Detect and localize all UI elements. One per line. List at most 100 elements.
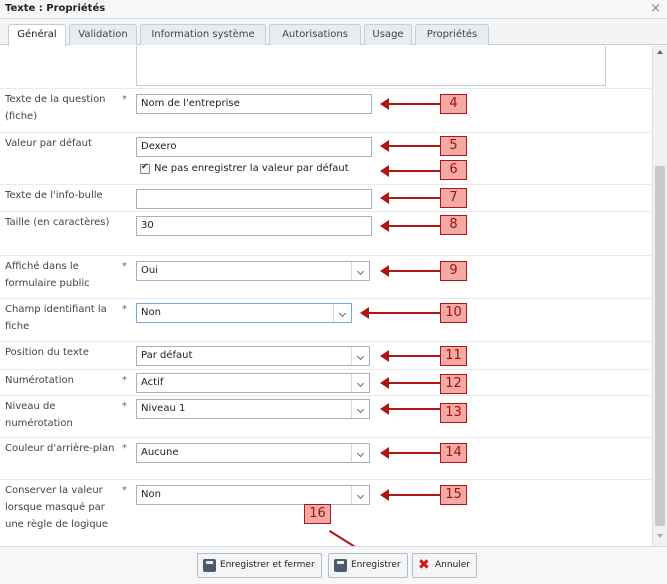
- cancel-label: Annuler: [435, 560, 471, 570]
- tooltip-text-input[interactable]: [136, 189, 372, 209]
- chevron-down-icon[interactable]: [333, 304, 351, 322]
- save-label: Enregistrer: [351, 560, 401, 570]
- tab-validation[interactable]: Validation: [69, 24, 137, 45]
- save-and-close-button[interactable]: Enregistrer et fermer: [197, 553, 322, 578]
- annotation-badge: 11: [440, 346, 467, 366]
- text-position-label: Position du texte: [5, 347, 89, 358]
- required-marker: *: [122, 401, 127, 412]
- row-public-form: Affiché dans le formulaire public * Oui …: [0, 255, 652, 298]
- row-default-value: Valeur par défaut Dexero 5: [0, 132, 652, 159]
- chevron-down-icon[interactable]: [351, 486, 369, 504]
- text-position-select[interactable]: Par défaut: [136, 346, 370, 366]
- annotation-badge: 7: [440, 188, 467, 208]
- chevron-down-icon[interactable]: [351, 262, 369, 280]
- row-numbering-level: Niveau de numérotation * Niveau 1 13: [0, 395, 652, 437]
- required-marker: *: [122, 375, 127, 386]
- scroll-up-icon[interactable]: [657, 50, 663, 54]
- annotation-badge: 4: [440, 94, 467, 114]
- annotation-arrow-icon: [380, 165, 440, 177]
- annotation-arrow-icon: [380, 350, 440, 362]
- annotation-arrow-icon: [380, 140, 440, 152]
- default-value-input[interactable]: Dexero: [136, 137, 372, 157]
- row-question-text: Texte de la question (fiche) * Nom de l'…: [0, 88, 652, 132]
- default-value-label: Valeur par défaut: [5, 138, 92, 149]
- dialog-footer: Enregistrer et fermer Enregistrer ✖ Annu…: [0, 546, 667, 584]
- numbering-level-value: Niveau 1: [141, 403, 186, 414]
- required-marker: *: [122, 94, 127, 105]
- annotation-badge: 13: [440, 403, 467, 423]
- annotation-arrow-icon: [380, 489, 440, 501]
- tab-strip: Général Validation Information système A…: [0, 19, 667, 46]
- row-tooltip-text: Texte de l'info-bulle 7: [0, 184, 652, 211]
- save-icon: [334, 559, 347, 572]
- form-content: Texte de la question (fiche) * Nom de l'…: [0, 46, 652, 546]
- chevron-down-icon[interactable]: [351, 400, 369, 418]
- annotation-badge: 14: [440, 443, 467, 463]
- question-text-label: Texte de la question (fiche): [5, 94, 106, 122]
- annotation-badge: 15: [440, 485, 467, 505]
- annotation-arrow-icon: [380, 403, 440, 415]
- row-size: Taille (en caractères) 30 8: [0, 211, 652, 255]
- public-form-value: Oui: [141, 265, 158, 276]
- public-form-label: Affiché dans le formulaire public: [5, 261, 90, 289]
- no-save-default-label: Ne pas enregistrer la valeur par défaut: [154, 163, 349, 174]
- annotation-arrow-icon: [380, 220, 440, 232]
- chevron-down-icon[interactable]: [351, 347, 369, 365]
- dialog-titlebar: Texte : Propriétés ×: [0, 0, 667, 19]
- numbering-level-label: Niveau de numérotation: [5, 401, 73, 429]
- numbering-select[interactable]: Actif: [136, 373, 370, 393]
- description-textarea[interactable]: [136, 46, 606, 86]
- keep-value-hidden-value: Non: [141, 489, 161, 500]
- numbering-level-select[interactable]: Niveau 1: [136, 399, 370, 419]
- tab-system-info[interactable]: Information système: [140, 24, 266, 45]
- annotation-badge: 16: [304, 504, 331, 524]
- annotation-badge: 5: [440, 136, 467, 156]
- numbering-value: Actif: [141, 377, 164, 388]
- identifying-field-label: Champ identifiant la fiche: [5, 304, 107, 332]
- dialog-title: Texte : Propriétés: [5, 3, 106, 14]
- close-icon[interactable]: ×: [650, 1, 661, 17]
- identifying-field-select[interactable]: Non: [136, 303, 352, 323]
- cancel-button[interactable]: ✖ Annuler: [412, 553, 478, 578]
- annotation-badge: 10: [440, 303, 467, 323]
- scroll-thumb[interactable]: [655, 166, 665, 526]
- keep-value-hidden-label: Conserver la valeur lorsque masqué par u…: [5, 485, 109, 530]
- tab-general[interactable]: Général: [8, 24, 66, 46]
- question-text-input[interactable]: Nom de l'entreprise: [136, 94, 372, 114]
- public-form-select[interactable]: Oui: [136, 261, 370, 281]
- checkbox-checked-icon[interactable]: [140, 162, 150, 174]
- cancel-x-icon: ✖: [418, 557, 430, 573]
- save-and-close-label: Enregistrer et fermer: [220, 560, 315, 570]
- text-position-value: Par défaut: [141, 350, 193, 361]
- save-button[interactable]: Enregistrer: [328, 553, 408, 578]
- tab-properties[interactable]: Propriétés: [415, 24, 489, 45]
- annotation-badge: 12: [440, 374, 467, 394]
- row-numbering: Numérotation * Actif 12: [0, 369, 652, 395]
- identifying-field-value: Non: [141, 307, 161, 318]
- row-text-position: Position du texte Par défaut 11: [0, 341, 652, 369]
- scroll-down-icon[interactable]: [657, 534, 663, 538]
- tab-authorizations[interactable]: Autorisations: [269, 24, 361, 45]
- background-color-select[interactable]: Aucune: [136, 443, 370, 463]
- annotation-arrow-icon: [380, 192, 440, 204]
- size-input[interactable]: 30: [136, 216, 372, 236]
- row-identifying-field: Champ identifiant la fiche * Non 10: [0, 298, 652, 341]
- annotation-badge: 6: [440, 160, 467, 180]
- required-marker: *: [122, 485, 127, 496]
- chevron-down-icon[interactable]: [351, 374, 369, 392]
- numbering-label: Numérotation: [5, 375, 74, 386]
- row-background-color: Couleur d'arrière-plan * Aucune 14: [0, 437, 652, 479]
- annotation-badge: 8: [440, 215, 467, 235]
- background-color-label: Couleur d'arrière-plan: [5, 443, 115, 454]
- annotation-arrow-icon: [380, 447, 440, 459]
- annotation-badge: 9: [440, 261, 467, 281]
- vertical-scrollbar[interactable]: [652, 46, 667, 546]
- tooltip-text-label: Texte de l'info-bulle: [5, 190, 103, 201]
- annotation-arrow-icon: [380, 265, 440, 277]
- chevron-down-icon[interactable]: [351, 444, 369, 462]
- required-marker: *: [122, 304, 127, 315]
- size-label: Taille (en caractères): [5, 217, 110, 228]
- tab-usage[interactable]: Usage: [364, 24, 412, 45]
- required-marker: *: [122, 443, 127, 454]
- keep-value-hidden-select[interactable]: Non: [136, 485, 370, 505]
